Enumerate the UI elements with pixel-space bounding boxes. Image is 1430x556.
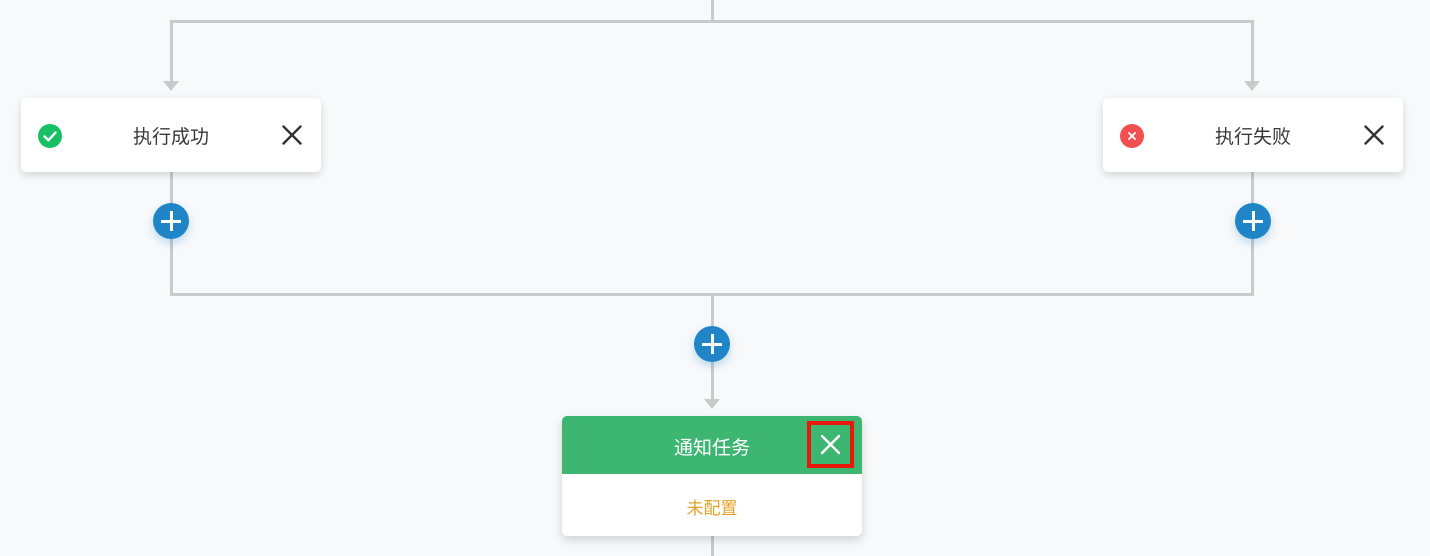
notify-status-text: 未配置 (686, 499, 738, 519)
notify-header: 通知任务 (562, 416, 862, 474)
connector-top-horizontal (170, 20, 1254, 23)
connector-top-vertical (711, 0, 714, 22)
add-node-button-success-branch[interactable] (153, 203, 189, 239)
arrow-to-failure (1244, 81, 1260, 91)
node-card-success[interactable]: 执行成功 (21, 98, 321, 172)
close-icon[interactable] (1362, 123, 1386, 147)
connector-right-down (1251, 20, 1254, 82)
arrow-to-success (163, 81, 179, 91)
arrow-to-notify (704, 399, 720, 409)
node-title-failure: 执行失败 (1214, 126, 1291, 148)
add-node-button-failure-branch[interactable] (1235, 203, 1271, 239)
connector-left-down (170, 20, 173, 82)
node-card-notify[interactable]: 通知任务 未配置 (562, 416, 862, 536)
close-icon (820, 434, 841, 455)
node-card-failure[interactable]: 执行失败 (1103, 98, 1403, 172)
connector-notify-bottom (711, 536, 714, 556)
add-node-button-merge[interactable] (694, 326, 730, 362)
node-title-success: 执行成功 (132, 126, 209, 148)
notify-close-button[interactable] (807, 421, 854, 468)
close-icon[interactable] (280, 123, 304, 147)
